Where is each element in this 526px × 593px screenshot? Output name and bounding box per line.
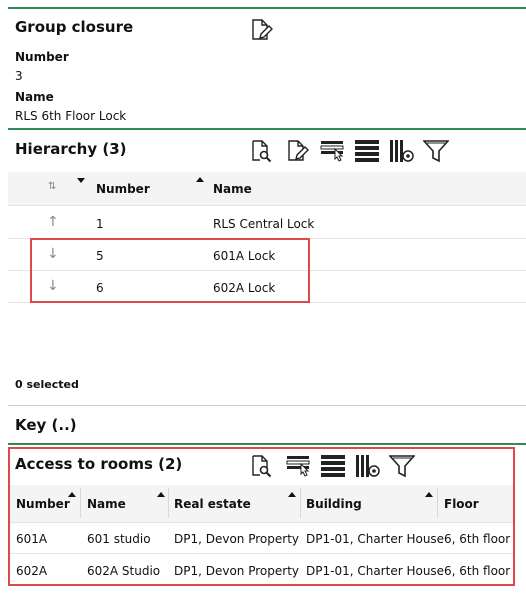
room-name: 601 studio	[87, 532, 151, 546]
col-header-name[interactable]: Name	[87, 497, 126, 511]
sort-asc-icon[interactable]	[288, 492, 296, 497]
room-name: 602A Studio	[87, 564, 161, 578]
room-real-estate: DP1, Devon Property	[174, 564, 300, 578]
hierarchy-table-header	[8, 172, 526, 205]
col-header-real-estate[interactable]: Real estate	[174, 497, 251, 511]
group-title: Group closure	[15, 18, 134, 36]
room-building: DP1-01, Charter House	[306, 532, 445, 546]
group-name-label: Name	[15, 90, 54, 104]
rooms-title: Access to rooms (2)	[15, 455, 183, 473]
arrow-down-icon: ↓	[47, 246, 59, 262]
row-number: 5	[96, 249, 104, 263]
room-floor: 6, 6th floor	[444, 564, 511, 578]
select-rows-icon[interactable]	[320, 139, 346, 163]
sort-desc-icon[interactable]	[77, 178, 85, 183]
col-header-number[interactable]: Number	[16, 497, 70, 511]
room-floor: 6, 6th floor	[444, 532, 511, 546]
row-name: 602A Lock	[213, 281, 276, 295]
sort-asc-icon[interactable]	[425, 492, 433, 497]
rooms-table-header	[10, 485, 514, 522]
search-document-icon[interactable]	[249, 139, 273, 163]
list-rows-icon[interactable]	[354, 139, 380, 163]
direction-sort-icon[interactable]: ⇅	[48, 181, 56, 192]
top-divider	[8, 7, 526, 9]
row-number: 6	[96, 281, 104, 295]
room-real-estate: DP1, Devon Property	[174, 532, 300, 546]
selected-count: 0 selected	[15, 378, 79, 391]
col-header-name[interactable]: Name	[213, 182, 252, 196]
sort-asc-icon[interactable]	[196, 177, 204, 182]
hierarchy-title: Hierarchy (3)	[15, 140, 127, 158]
column-settings-icon[interactable]	[355, 454, 381, 478]
col-header-floor[interactable]: Floor	[444, 497, 479, 511]
room-number: 602A	[16, 564, 48, 578]
key-title: Key (..)	[15, 416, 77, 434]
column-settings-icon[interactable]	[389, 139, 415, 163]
search-document-icon[interactable]	[249, 454, 273, 478]
row-name: 601A Lock	[213, 249, 276, 263]
edit-document-icon[interactable]	[249, 18, 273, 42]
col-header-building[interactable]: Building	[306, 497, 362, 511]
col-header-number[interactable]: Number	[96, 182, 150, 196]
edit-document-icon[interactable]	[285, 139, 309, 163]
select-rows-icon[interactable]	[286, 454, 312, 478]
sort-asc-icon[interactable]	[157, 492, 165, 497]
row-number: 1	[96, 217, 104, 231]
group-name-value: RLS 6th Floor Lock	[15, 109, 127, 123]
row-name: RLS Central Lock	[213, 217, 315, 231]
arrow-down-icon: ↓	[47, 278, 59, 294]
filter-icon[interactable]	[423, 139, 449, 163]
group-number-value: 3	[15, 69, 23, 83]
rooms-divider	[8, 443, 526, 445]
list-rows-icon[interactable]	[320, 454, 346, 478]
room-building: DP1-01, Charter House	[306, 564, 445, 578]
filter-icon[interactable]	[389, 454, 415, 478]
group-number-label: Number	[15, 50, 69, 64]
key-divider	[8, 405, 526, 406]
sort-asc-icon[interactable]	[68, 492, 76, 497]
hierarchy-divider	[8, 128, 526, 130]
room-number: 601A	[16, 532, 48, 546]
arrow-up-icon: ↑	[47, 214, 59, 230]
